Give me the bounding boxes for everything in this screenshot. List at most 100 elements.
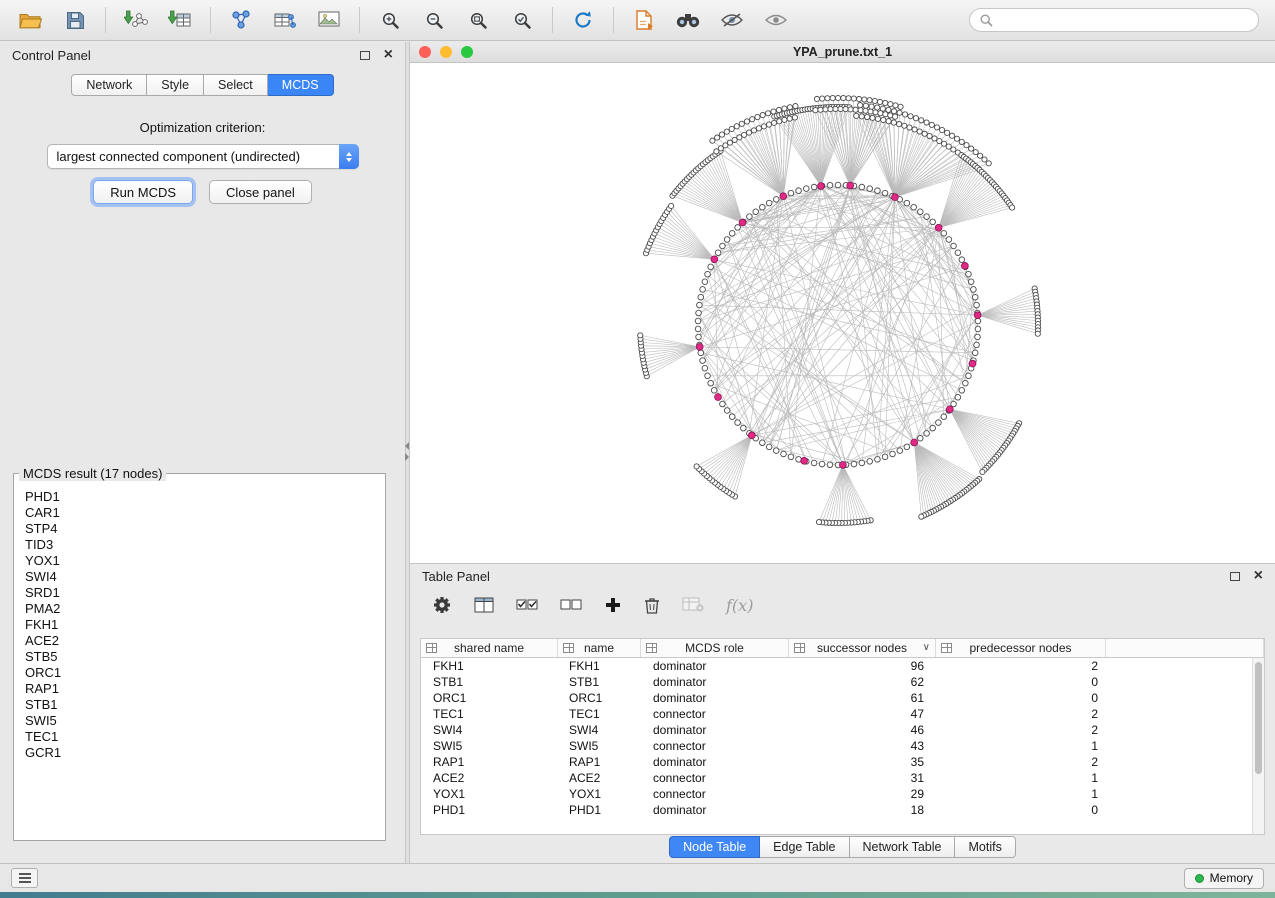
float-panel-icon[interactable] <box>360 51 370 60</box>
table-row[interactable]: PHD1PHD1dominator180 <box>421 802 1264 818</box>
table-panel: Table Panel × f(x) shared namenameMCDS r… <box>410 563 1275 863</box>
tab-select[interactable]: Select <box>204 74 268 96</box>
column-header[interactable]: name <box>558 639 641 657</box>
table-panel-title: Table Panel <box>422 569 490 584</box>
table-row[interactable]: YOX1YOX1connector291 <box>421 786 1264 802</box>
zoom-selected-button[interactable] <box>501 4 543 36</box>
list-icon <box>19 873 31 883</box>
import-network-button[interactable] <box>115 4 157 36</box>
network-canvas[interactable] <box>410 63 1275 563</box>
column-attr-icon[interactable] <box>794 643 805 653</box>
mcds-result-item[interactable]: ACE2 <box>25 633 374 649</box>
mcds-result-item[interactable]: TEC1 <box>25 729 374 745</box>
new-network-button[interactable] <box>220 4 262 36</box>
tab-edge-table[interactable]: Edge Table <box>760 836 849 858</box>
table-row[interactable]: SWI4SWI4dominator462 <box>421 722 1264 738</box>
control-panel-header: Control Panel × <box>0 42 405 68</box>
memory-label: Memory <box>1210 871 1253 885</box>
mcds-result-item[interactable]: RAP1 <box>25 681 374 697</box>
column-attr-icon[interactable] <box>426 643 437 653</box>
tab-network[interactable]: Network <box>71 74 147 96</box>
tab-node-table[interactable]: Node Table <box>669 836 760 858</box>
mcds-result-item[interactable]: YOX1 <box>25 553 374 569</box>
function-builder-button[interactable]: f(x) <box>726 596 753 615</box>
delete-column-button[interactable] <box>644 596 660 614</box>
graphics-details-button[interactable] <box>711 4 753 36</box>
save-session-button[interactable] <box>54 4 96 36</box>
network-from-table-button[interactable] <box>264 4 306 36</box>
mcds-result-item[interactable]: CAR1 <box>25 505 374 521</box>
table-row[interactable]: ORC1ORC1dominator610 <box>421 690 1264 706</box>
column-header[interactable]: predecessor nodes <box>936 639 1106 657</box>
delete-table-button[interactable] <box>682 597 704 613</box>
float-table-panel-icon[interactable] <box>1230 572 1240 581</box>
run-mcds-button[interactable]: Run MCDS <box>93 180 193 204</box>
criterion-dropdown[interactable]: largest connected component (undirected) <box>47 144 359 169</box>
mcds-result-item[interactable]: STB1 <box>25 697 374 713</box>
column-attr-icon[interactable] <box>646 643 657 653</box>
close-table-panel-icon[interactable]: × <box>1254 568 1263 584</box>
table-settings-button[interactable] <box>432 595 452 615</box>
mcds-result-item[interactable]: FKH1 <box>25 617 374 633</box>
mcds-result-item[interactable]: STB5 <box>25 649 374 665</box>
tab-network-table[interactable]: Network Table <box>850 836 956 858</box>
import-table-button[interactable] <box>159 4 201 36</box>
column-header[interactable]: MCDS role <box>641 639 789 657</box>
network-from-image-button[interactable] <box>308 4 350 36</box>
close-panel-icon[interactable]: × <box>384 47 393 63</box>
search-icon <box>980 14 993 27</box>
column-header[interactable]: successor nodes∨ <box>789 639 936 657</box>
table-row[interactable]: FKH1FKH1dominator962 <box>421 658 1264 674</box>
table-scrollbar[interactable] <box>1252 658 1264 834</box>
column-attr-icon[interactable] <box>563 643 574 653</box>
copy-style-button[interactable] <box>623 4 665 36</box>
task-history-button[interactable] <box>11 868 38 888</box>
mcds-result-item[interactable]: TID3 <box>25 537 374 553</box>
tab-style[interactable]: Style <box>147 74 204 96</box>
eye-icon <box>765 13 787 27</box>
add-column-button[interactable] <box>604 596 622 614</box>
table-row[interactable]: SWI5SWI5connector431 <box>421 738 1264 754</box>
find-button[interactable] <box>667 4 709 36</box>
mcds-result-item[interactable]: PMA2 <box>25 601 374 617</box>
floppy-icon <box>66 11 85 30</box>
show-hide-button[interactable] <box>755 4 797 36</box>
mcds-result-item[interactable]: ORC1 <box>25 665 374 681</box>
table-row[interactable]: RAP1RAP1dominator352 <box>421 754 1264 770</box>
column-header[interactable]: shared name <box>421 639 558 657</box>
search-input[interactable] <box>999 13 1248 27</box>
zoom-out-button[interactable] <box>413 4 455 36</box>
select-all-button[interactable] <box>516 596 538 614</box>
column-attr-icon[interactable] <box>941 643 952 653</box>
close-panel-button[interactable]: Close panel <box>209 180 312 204</box>
table-delete-icon <box>682 597 704 613</box>
mcds-result-item[interactable]: PHD1 <box>25 489 374 505</box>
table-row[interactable]: TEC1TEC1connector472 <box>421 706 1264 722</box>
tab-mcds[interactable]: MCDS <box>268 74 334 96</box>
control-tabs: NetworkStyleSelectMCDS <box>0 74 405 96</box>
collapse-right-icon[interactable] <box>405 453 409 461</box>
search-box[interactable] <box>969 8 1259 32</box>
sort-caret-icon[interactable]: ∨ <box>923 643 930 653</box>
zoom-fit-button[interactable] <box>457 4 499 36</box>
mcds-result-item[interactable]: GCR1 <box>25 745 374 761</box>
mcds-result-group: MCDS result (17 nodes) PHD1CAR1STP4TID3Y… <box>13 466 386 841</box>
table-row[interactable]: STB1STB1dominator620 <box>421 674 1264 690</box>
mcds-result-item[interactable]: STP4 <box>25 521 374 537</box>
control-panel: Control Panel × NetworkStyleSelectMCDS O… <box>0 42 405 863</box>
binoculars-icon <box>676 12 700 28</box>
memory-button[interactable]: Memory <box>1184 868 1264 889</box>
mcds-result-item[interactable]: SWI5 <box>25 713 374 729</box>
mcds-result-item[interactable]: SWI4 <box>25 569 374 585</box>
scrollbar-thumb[interactable] <box>1255 662 1262 774</box>
zoom-in-button[interactable] <box>369 4 411 36</box>
show-columns-button[interactable] <box>474 596 494 614</box>
tab-motifs[interactable]: Motifs <box>955 836 1015 858</box>
mcds-result-item[interactable]: SRD1 <box>25 585 374 601</box>
collapse-left-icon[interactable] <box>405 442 409 450</box>
refresh-button[interactable] <box>562 4 604 36</box>
deselect-all-button[interactable] <box>560 596 582 614</box>
open-file-button[interactable] <box>10 4 52 36</box>
table-row[interactable]: ACE2ACE2connector311 <box>421 770 1264 786</box>
optimization-label: Optimization criterion: <box>0 120 405 135</box>
